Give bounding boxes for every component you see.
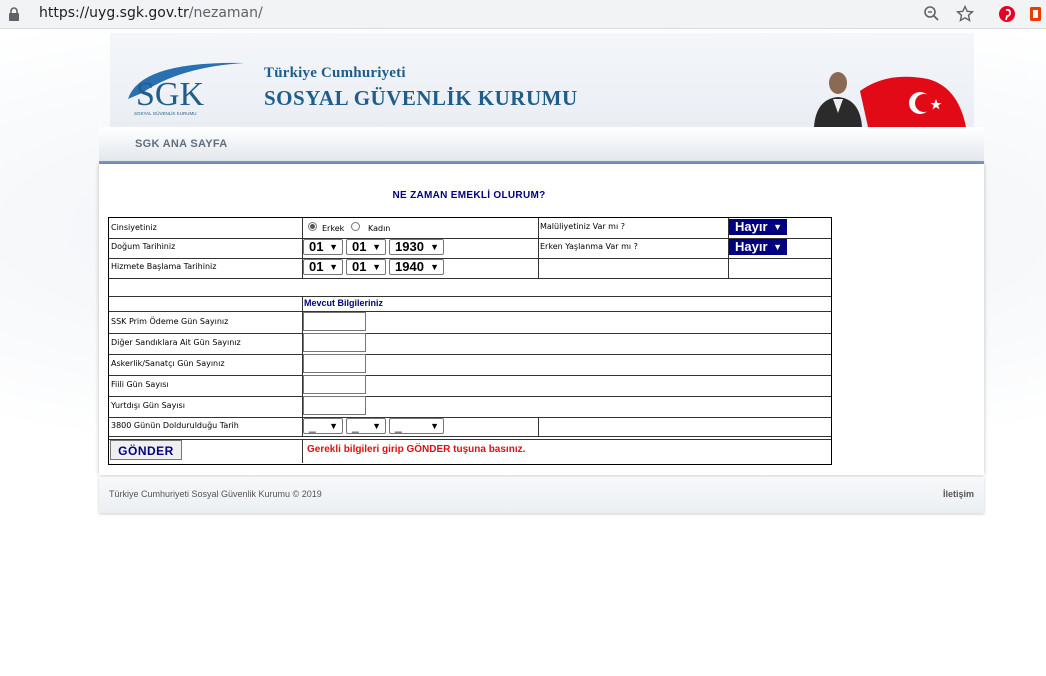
- birth-month-value: 01: [352, 239, 367, 254]
- nav-bar: SGK ANA SAYFA: [99, 127, 984, 164]
- row-divider: [109, 396, 831, 397]
- logo-text: SGK: [136, 76, 204, 113]
- gender-male-radio[interactable]: [308, 222, 317, 231]
- sgk-logo[interactable]: SGK SOSYAL GÜVENLİK KURUMU: [120, 53, 246, 117]
- start-month-value: 01: [352, 259, 367, 274]
- org-name-line2: SOSYAL GÜVENLİK KURUMU: [264, 86, 578, 110]
- dropdown-arrow-icon: ▼: [329, 262, 338, 272]
- start-year-select[interactable]: 1940 ▼: [389, 259, 444, 275]
- row-divider: [109, 258, 831, 259]
- page-footer: Türkiye Cumhuriyeti Sosyal Güvenlik Kuru…: [99, 477, 984, 513]
- browser-address-bar: https://uyg.sgk.gov.tr/nezaman/: [0, 0, 1046, 29]
- row-divider: [109, 296, 831, 297]
- gender-male-label: Erkek: [322, 224, 345, 233]
- start-date-label: Hizmete Başlama Tarihiniz: [111, 262, 217, 271]
- copyright-text: Türkiye Cumhuriyeti Sosyal Güvenlik Kuru…: [109, 489, 322, 499]
- dropdown-arrow-icon: ▼: [430, 262, 439, 272]
- start-day-value: 01: [309, 259, 324, 274]
- date3800-month-value: _: [352, 419, 359, 433]
- gender-female-radio[interactable]: [351, 222, 360, 231]
- birth-month-select[interactable]: 01 ▼: [346, 239, 386, 255]
- pinterest-extension-icon[interactable]: [997, 4, 1017, 24]
- early-aging-select[interactable]: Hayır ▼: [729, 239, 787, 255]
- row-divider: [109, 311, 831, 312]
- office-extension-icon[interactable]: [1026, 4, 1046, 24]
- col-divider: [538, 218, 539, 278]
- date3800-day-select[interactable]: _ ▼: [303, 418, 343, 434]
- row-divider: [109, 354, 831, 355]
- url-field[interactable]: https://uyg.sgk.gov.tr/nezaman/: [39, 5, 263, 21]
- row-label: Yurtdışı Gün Sayısı: [111, 401, 185, 410]
- row-divider: [109, 436, 831, 437]
- url-host: https://uyg.sgk.gov.tr: [39, 5, 189, 21]
- dropdown-arrow-icon: ▼: [372, 262, 381, 272]
- nav-home-link[interactable]: SGK ANA SAYFA: [135, 138, 228, 150]
- dropdown-arrow-icon: ▼: [430, 242, 439, 252]
- form-hint: Gerekli bilgileri girip GÖNDER tuşuna ba…: [307, 444, 526, 455]
- org-name-line1: Türkiye Cumhuriyeti: [264, 65, 406, 81]
- date3800-label: 3800 Günün Doldurulduğu Tarih: [111, 421, 239, 430]
- ataturk-flag-image: [814, 72, 966, 127]
- zoom-icon[interactable]: [922, 4, 942, 24]
- col-divider: [538, 417, 539, 436]
- disability-label: Malüliyetiniz Var mı ?: [540, 222, 625, 231]
- row-label: Askerlik/Sanatçı Gün Sayınız: [111, 359, 225, 368]
- url-path: /nezaman/: [188, 5, 263, 21]
- gender-female-label: Kadın: [368, 224, 391, 233]
- birth-year-select[interactable]: 1930 ▼: [389, 239, 444, 255]
- military-days-input[interactable]: [303, 354, 366, 373]
- row-label: SSK Prim Ödeme Gün Sayınız: [111, 317, 229, 326]
- early-aging-value: Hayır: [735, 239, 768, 254]
- start-month-select[interactable]: 01 ▼: [346, 259, 386, 275]
- start-year-value: 1940: [395, 259, 424, 274]
- dropdown-arrow-icon: ▼: [372, 421, 381, 431]
- dropdown-arrow-icon: ▼: [773, 242, 782, 252]
- ssk-days-input[interactable]: [303, 312, 366, 331]
- row-divider: [109, 278, 831, 279]
- date3800-month-select[interactable]: _ ▼: [346, 418, 386, 434]
- dropdown-arrow-icon: ▼: [773, 222, 782, 232]
- row-divider: [109, 238, 831, 239]
- dropdown-arrow-icon: ▼: [329, 242, 338, 252]
- row-divider: [109, 375, 831, 376]
- dropdown-arrow-icon: ▼: [329, 421, 338, 431]
- dropdown-arrow-icon: ▼: [430, 421, 439, 431]
- gender-label: Cinsiyetiniz: [111, 223, 157, 232]
- row-label: Fiili Gün Sayısı: [111, 380, 169, 389]
- date3800-year-value: _: [395, 419, 402, 433]
- col-divider: [302, 439, 303, 463]
- row-divider: [109, 417, 831, 418]
- submit-button[interactable]: GÖNDER: [110, 440, 182, 460]
- date3800-day-value: _: [309, 419, 316, 433]
- bookmark-star-icon[interactable]: [955, 4, 975, 24]
- birth-date-label: Doğum Tarihiniz: [111, 242, 176, 251]
- early-aging-label: Erken Yaşlanma Var mı ?: [540, 242, 638, 251]
- contact-link[interactable]: İletişim: [943, 489, 974, 499]
- section-title: Mevcut Bilgileriniz: [304, 298, 384, 308]
- other-funds-days-input[interactable]: [303, 333, 366, 352]
- row-divider: [109, 333, 831, 334]
- disability-value: Hayır: [735, 219, 768, 234]
- start-day-select[interactable]: 01 ▼: [303, 259, 343, 275]
- site-header: SGK SOSYAL GÜVENLİK KURUMU Türkiye Cumhu…: [110, 33, 974, 127]
- dropdown-arrow-icon: ▼: [372, 242, 381, 252]
- lock-icon: [9, 7, 19, 21]
- disability-select[interactable]: Hayır ▼: [729, 219, 787, 235]
- birth-day-select[interactable]: 01 ▼: [303, 239, 343, 255]
- birth-year-value: 1930: [395, 239, 424, 254]
- row-label: Diğer Sandıklara Ait Gün Sayınız: [111, 338, 241, 347]
- birth-day-value: 01: [309, 239, 324, 254]
- actual-days-input[interactable]: [303, 375, 366, 394]
- row-divider: [109, 439, 831, 440]
- date3800-year-select[interactable]: _ ▼: [389, 418, 444, 434]
- abroad-days-input[interactable]: [303, 396, 366, 415]
- page-title: NE ZAMAN EMEKLİ OLURUM?: [392, 190, 546, 201]
- logo-subtext: SOSYAL GÜVENLİK KURUMU: [134, 110, 197, 116]
